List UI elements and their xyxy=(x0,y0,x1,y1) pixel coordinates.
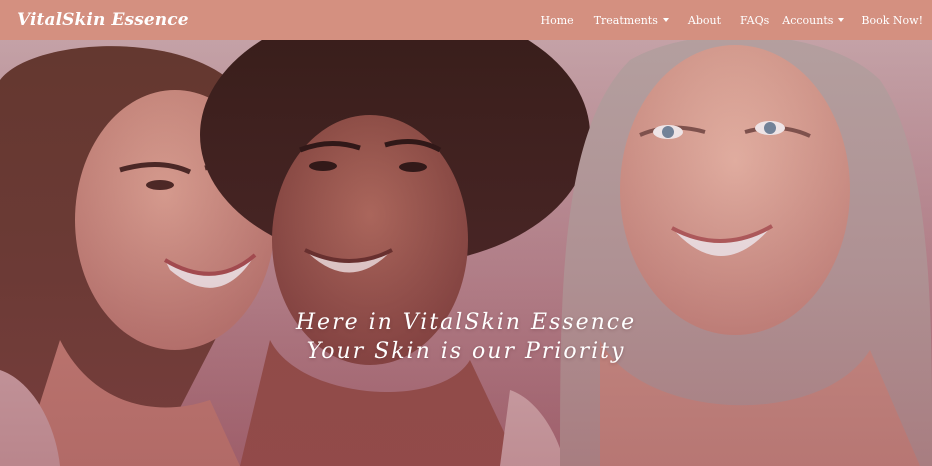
hero-headline: Here in VitalSkin Essence Your Skin is o… xyxy=(0,308,932,366)
caret-down-icon xyxy=(838,18,845,22)
nav-faqs[interactable]: FAQs xyxy=(740,14,769,27)
nav-accounts-label: Accounts xyxy=(782,13,834,27)
hero-line-2: Your Skin is our Priority xyxy=(306,339,626,364)
nav-treatments-dropdown[interactable]: Treatments xyxy=(594,14,669,27)
caret-down-icon xyxy=(662,18,669,22)
hero-section: Here in VitalSkin Essence Your Skin is o… xyxy=(0,40,932,466)
nav-home[interactable]: Home xyxy=(541,14,574,27)
brand-logo[interactable]: VitalSkin Essence xyxy=(17,10,189,30)
nav-about-label: About xyxy=(687,13,721,27)
nav-treatments-label: Treatments xyxy=(593,13,658,27)
nav-about[interactable]: About xyxy=(688,14,721,27)
nav-book-now-label: Book Now! xyxy=(861,13,923,27)
nav-book-now[interactable]: Book Now! xyxy=(861,14,923,27)
hero-line-1: Here in VitalSkin Essence xyxy=(295,310,637,335)
nav-accounts-dropdown[interactable]: Accounts xyxy=(782,13,845,27)
nav-faqs-label: FAQs xyxy=(740,13,770,27)
nav-links: Home Treatments About FAQs Accounts Book… xyxy=(541,0,923,40)
navbar: VitalSkin Essence Home Treatments About … xyxy=(0,0,932,40)
hero-overlay xyxy=(0,40,932,466)
nav-home-label: Home xyxy=(540,13,574,27)
